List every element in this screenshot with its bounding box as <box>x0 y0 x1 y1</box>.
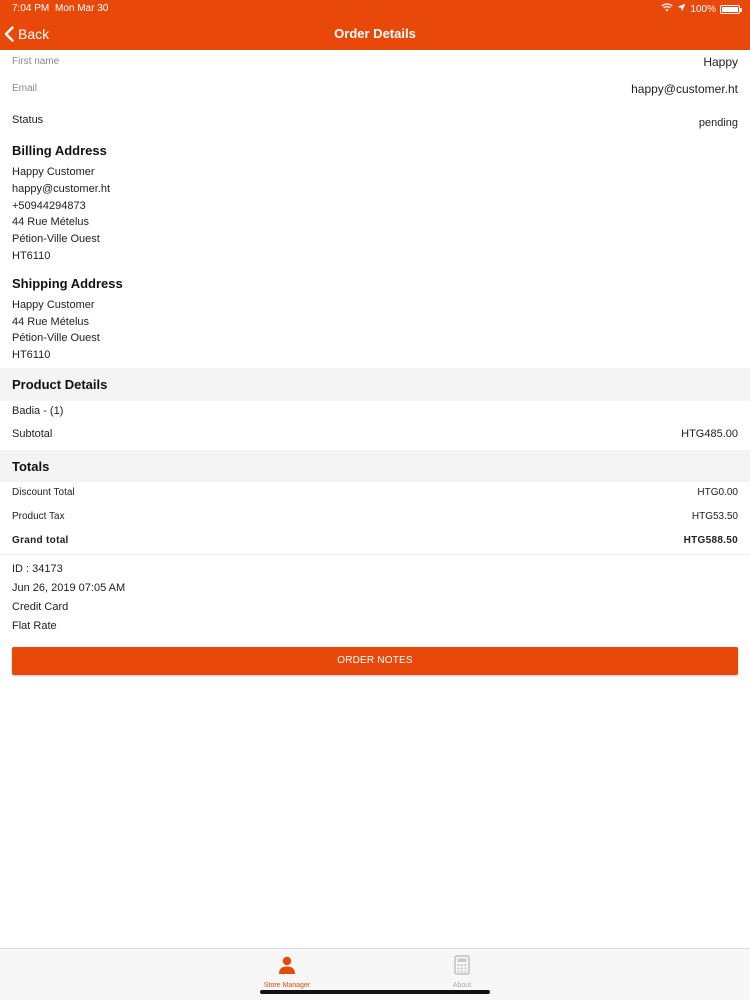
shipping-line: Pétion-Ville Ouest <box>12 332 100 344</box>
product-details-header: Product Details <box>0 368 750 401</box>
shipping-address-title: Shipping Address <box>12 276 123 291</box>
email-label: Email <box>12 83 38 94</box>
payment-method: Credit Card <box>12 601 69 613</box>
subtotal-value: HTG485.00 <box>681 428 738 440</box>
shipping-line: HT6110 <box>12 349 51 361</box>
nav-header: 7:04 PM Mon Mar 30 100% Back Order Detai… <box>0 0 750 50</box>
calculator-icon <box>454 955 470 975</box>
totals-title: Totals <box>12 459 50 474</box>
person-icon <box>279 956 295 974</box>
email-value: happy@customer.ht <box>631 82 738 96</box>
tax-value: HTG53.50 <box>691 511 738 522</box>
battery-percent: 100% <box>690 3 716 15</box>
grand-total-label: Grand total <box>12 535 69 546</box>
status-label: Status <box>12 114 44 126</box>
tab-label: About <box>452 982 472 989</box>
billing-line: Pétion-Ville Ouest <box>12 233 100 245</box>
order-id: ID : 34173 <box>12 563 63 575</box>
discount-label: Discount Total <box>12 487 75 498</box>
billing-line: happy@customer.ht <box>12 183 110 195</box>
first-name-label: First name <box>12 56 60 67</box>
tab-store-manager[interactable]: Store Manager <box>247 955 327 989</box>
shipping-line: Happy Customer <box>12 299 95 311</box>
grand-total-value: HTG588.50 <box>683 535 738 546</box>
battery-icon <box>720 4 742 14</box>
billing-address-title: Billing Address <box>12 143 107 158</box>
wifi-icon <box>661 3 674 15</box>
tab-label: Store Manager <box>263 982 311 989</box>
subtotal-label: Subtotal <box>12 428 53 440</box>
shipping-method: Flat Rate <box>12 620 57 632</box>
status-badge: pending <box>698 117 738 129</box>
status-date: Mon Mar 30 <box>55 3 109 14</box>
product-details-title: Product Details <box>12 377 108 392</box>
location-arrow-icon <box>677 3 686 15</box>
billing-line: 44 Rue Mételus <box>12 216 90 228</box>
status-time: 7:04 PM <box>12 3 50 14</box>
home-indicator[interactable] <box>260 990 490 994</box>
billing-line: +50944294873 <box>12 200 86 212</box>
order-date: Jun 26, 2019 07:05 AM <box>12 582 126 594</box>
divider <box>0 554 750 555</box>
first-name-value: Happy <box>703 55 738 69</box>
product-item: Badia - (1) <box>12 405 64 417</box>
billing-line: HT6110 <box>12 250 51 262</box>
tab-about[interactable]: About <box>422 955 502 989</box>
billing-line: Happy Customer <box>12 166 95 178</box>
order-notes-button[interactable]: ORDER NOTES <box>12 647 738 675</box>
tax-label: Product Tax <box>12 511 65 522</box>
page-title: Order Details <box>334 26 416 41</box>
shipping-line: 44 Rue Mételus <box>12 316 90 328</box>
totals-header: Totals <box>0 450 750 482</box>
status-indicators: 100% <box>661 3 742 15</box>
discount-value: HTG0.00 <box>697 487 738 498</box>
